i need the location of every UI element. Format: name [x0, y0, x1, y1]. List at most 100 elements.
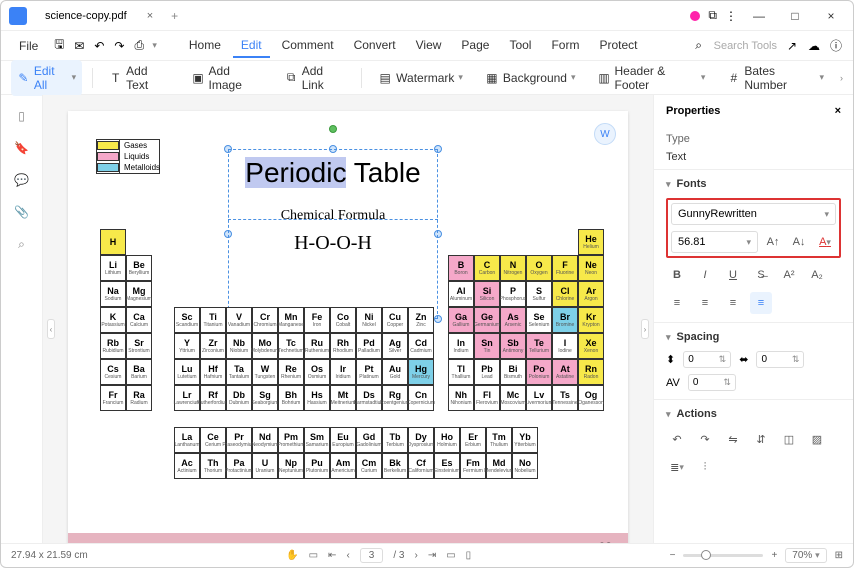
undo-icon[interactable]: ↶: [92, 39, 106, 53]
close-panel-icon[interactable]: ×: [835, 105, 841, 117]
element-Cr: CrChromium: [252, 307, 278, 333]
fit-page-icon[interactable]: ▯: [466, 550, 472, 561]
select-tool-icon[interactable]: ▭: [309, 550, 318, 561]
minimize-button[interactable]: —: [745, 2, 773, 30]
crop-icon[interactable]: ◫: [778, 428, 800, 450]
canvas[interactable]: ‹ › W GasesLiquidsMetalloids Periodic Ta…: [43, 95, 653, 543]
superscript-button[interactable]: A²: [778, 264, 800, 286]
align-center-button[interactable]: ≡: [694, 292, 716, 314]
menu-home[interactable]: Home: [181, 34, 229, 58]
line-spacing-input[interactable]: 0⇅: [683, 351, 731, 368]
search-tools-placeholder[interactable]: Search Tools: [714, 40, 777, 52]
text-edit-selection[interactable]: Periodic Table Chemical Formula H-O-O-H: [228, 149, 438, 319]
collapse-fonts-icon[interactable]: ▾: [666, 179, 671, 190]
collapse-spacing-icon[interactable]: ▾: [666, 332, 671, 343]
info-icon[interactable]: ⓘ: [829, 39, 843, 53]
tab-close-icon[interactable]: ×: [147, 10, 153, 22]
zoom-slider[interactable]: [683, 554, 763, 557]
edit-all-button[interactable]: ✎Edit All▾: [11, 60, 82, 96]
hand-tool-icon[interactable]: ✋: [286, 550, 298, 561]
document-tab[interactable]: science-copy.pdf ×: [35, 6, 163, 26]
zoom-in-icon[interactable]: +: [771, 550, 777, 561]
rotate-left-icon[interactable]: ↶: [666, 428, 688, 450]
print-dropdown-icon[interactable]: ▾: [152, 40, 157, 51]
font-size-select[interactable]: 56.81▾: [671, 231, 758, 253]
menu-page[interactable]: Page: [453, 34, 497, 58]
char-spacing-input[interactable]: 0⇅: [688, 374, 736, 391]
bookmark-icon[interactable]: 🔖: [14, 141, 29, 155]
font-color-icon[interactable]: A▾: [814, 231, 836, 253]
thumbnails-icon[interactable]: ▯: [18, 109, 25, 123]
background-button[interactable]: ▦Background▾: [479, 67, 582, 89]
decrease-font-icon[interactable]: A↓: [788, 231, 810, 253]
align-right-button[interactable]: ≡: [722, 292, 744, 314]
add-text-button[interactable]: TAdd Text: [103, 60, 175, 96]
extension-icon[interactable]: ⧉: [708, 8, 717, 23]
zoom-value[interactable]: 70% ▾: [785, 548, 826, 563]
font-family-select[interactable]: GunnyRewritten▾: [671, 203, 836, 225]
add-image-button[interactable]: ▣Add Image: [185, 60, 268, 96]
prev-page-icon[interactable]: ‹: [346, 550, 349, 561]
add-link-button[interactable]: ⧉Add Link: [279, 60, 352, 96]
search-icon[interactable]: ⌕: [692, 39, 706, 53]
page-subtitle[interactable]: Chemical Formula: [228, 208, 438, 224]
maximize-button[interactable]: □: [781, 2, 809, 30]
share-icon[interactable]: ↗: [785, 39, 799, 53]
page-input[interactable]: 3: [360, 548, 384, 563]
strikethrough-button[interactable]: S̶: [750, 264, 772, 286]
type-value: Text: [666, 151, 841, 163]
more-icon[interactable]: ⋮: [725, 9, 737, 23]
menu-comment[interactable]: Comment: [274, 34, 342, 58]
watermark-button[interactable]: ▤Watermark▾: [372, 67, 469, 89]
page-title[interactable]: Periodic Table: [228, 149, 438, 198]
header-footer-button[interactable]: ▥Header & Footer▾: [592, 60, 712, 96]
next-page-icon[interactable]: ›: [414, 550, 417, 561]
prev-page-handle[interactable]: ‹: [47, 319, 55, 339]
note-badge-icon[interactable]: W: [594, 123, 616, 145]
flip-h-icon[interactable]: ⇋: [722, 428, 744, 450]
cloud-icon[interactable]: ☁: [807, 39, 821, 53]
flip-v-icon[interactable]: ⇵: [750, 428, 772, 450]
subscript-button[interactable]: A₂: [806, 264, 828, 286]
menu-form[interactable]: Form: [543, 34, 587, 58]
toolbar-overflow-icon[interactable]: ›: [840, 73, 843, 83]
save-icon[interactable]: 🖫: [52, 39, 66, 53]
close-button[interactable]: ×: [817, 2, 845, 30]
menu-tool[interactable]: Tool: [501, 34, 539, 58]
search-panel-icon[interactable]: ⌕: [18, 237, 25, 252]
fit-width-icon[interactable]: ▭: [446, 550, 455, 561]
menu-convert[interactable]: Convert: [346, 34, 404, 58]
para-spacing-input[interactable]: 0⇅: [756, 351, 804, 368]
last-page-icon[interactable]: ⇥: [428, 550, 436, 561]
menu-protect[interactable]: Protect: [591, 34, 645, 58]
comment-icon[interactable]: 💬: [14, 173, 29, 187]
menu-view[interactable]: View: [408, 34, 450, 58]
new-tab-button[interactable]: +: [171, 9, 178, 23]
menu-edit[interactable]: Edit: [233, 34, 270, 58]
underline-button[interactable]: U: [722, 264, 744, 286]
rotate-right-icon[interactable]: ↷: [694, 428, 716, 450]
align-left-button[interactable]: ≡: [666, 292, 688, 314]
bates-button[interactable]: #Bates Number▾: [721, 60, 830, 96]
ai-icon[interactable]: [690, 11, 700, 21]
view-mode-icon[interactable]: ⊞: [835, 550, 843, 561]
attachment-icon[interactable]: 📎: [14, 205, 29, 219]
bold-button[interactable]: B: [666, 264, 688, 286]
collapse-actions-icon[interactable]: ▾: [666, 409, 671, 420]
increase-font-icon[interactable]: A↑: [762, 231, 784, 253]
list-icon[interactable]: ≣▾: [666, 456, 688, 478]
first-page-icon[interactable]: ⇤: [328, 550, 336, 561]
indent-icon[interactable]: ⫶: [694, 456, 716, 478]
align-justify-button[interactable]: ≡: [750, 292, 772, 314]
redo-icon[interactable]: ↷: [112, 39, 126, 53]
zoom-out-icon[interactable]: −: [670, 550, 676, 561]
mail-icon[interactable]: ✉: [72, 39, 86, 53]
menubar: File 🖫 ✉ ↶ ↷ ⎙ ▾ HomeEditCommentConvertV…: [1, 31, 853, 61]
page-formula[interactable]: H-O-O-H: [228, 232, 438, 255]
extract-icon[interactable]: ▨: [806, 428, 828, 450]
print-icon[interactable]: ⎙: [132, 39, 146, 53]
file-menu[interactable]: File: [11, 35, 46, 57]
next-page-handle[interactable]: ›: [641, 319, 649, 339]
element-Co: CoCobalt: [330, 307, 356, 333]
italic-button[interactable]: I: [694, 264, 716, 286]
